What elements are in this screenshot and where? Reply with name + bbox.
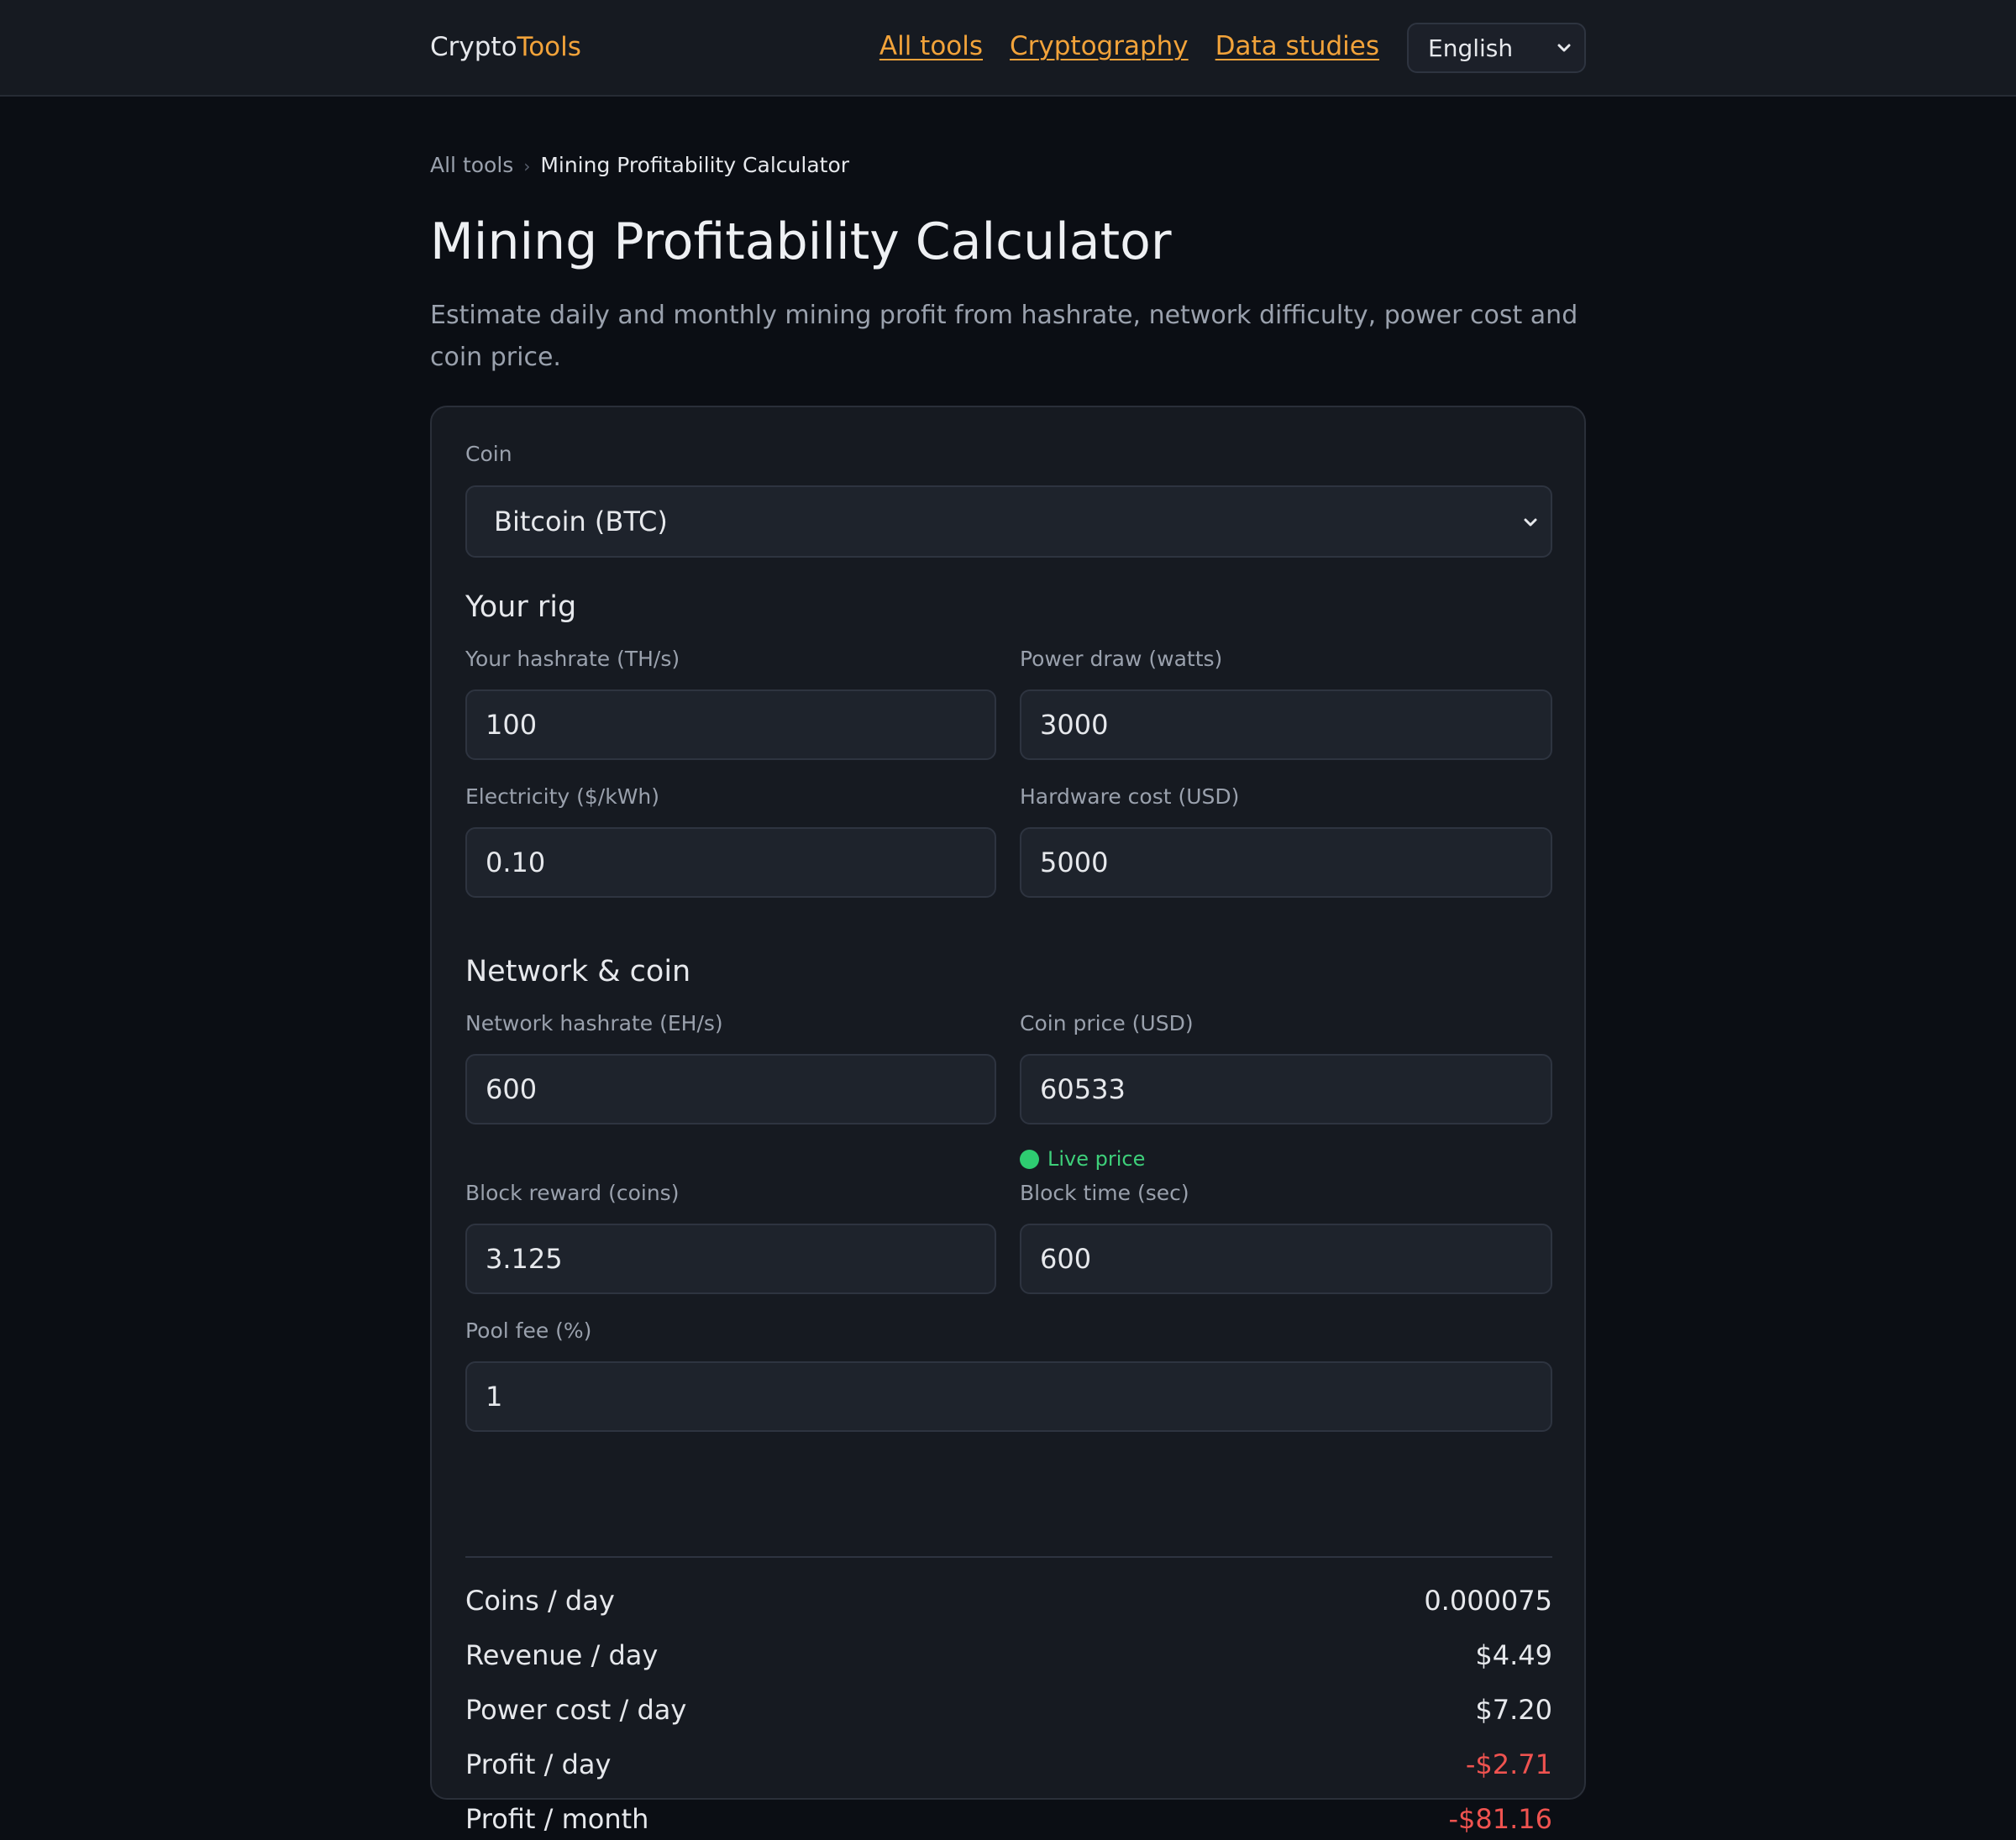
breadcrumb-separator-icon: › [523,156,531,176]
block-time-label: Block time (sec) [1020,1181,1189,1205]
nav-link-all-tools[interactable]: All tools [879,29,983,64]
live-price-indicator: Live price [1020,1146,1145,1172]
result-value: -$2.71 [1465,1748,1552,1780]
coin-price-input[interactable]: 60533 [1020,1054,1552,1124]
block-reward-input[interactable]: 3.125 [465,1224,996,1294]
result-label: Power cost / day [465,1694,687,1726]
brand-logo[interactable]: CryptoTools [430,30,581,64]
calculator-card: Coin Bitcoin (BTC) Your rig Your hashrat… [430,406,1586,1835]
result-value: 0.000075 [1424,1585,1552,1617]
result-row-profit-per-day: Profit / day -$2.71 [465,1743,1552,1785]
page-title: Mining Profitability Calculator [430,212,1172,271]
result-row-coins-per-day: Coins / day 0.000075 [465,1580,1552,1622]
result-label: Profit / day [465,1748,612,1780]
result-value: $4.49 [1475,1639,1552,1671]
hashrate-input[interactable]: 100 [465,689,996,760]
coin-select-value: Bitcoin (BTC) [494,506,668,537]
network-hashrate-label: Network hashrate (EH/s) [465,1011,723,1035]
language-select-value: English [1428,34,1514,62]
chevron-down-icon [1524,518,1537,527]
electricity-input[interactable]: 0.10 [465,827,996,898]
coin-select[interactable]: Bitcoin (BTC) [465,485,1552,558]
coin-price-label: Coin price (USD) [1020,1011,1194,1035]
live-price-label: Live price [1047,1147,1146,1171]
result-row-power-cost-per-day: Power cost / day $7.20 [465,1689,1552,1731]
status-dot-icon [1020,1149,1039,1169]
hashrate-label: Your hashrate (TH/s) [465,647,680,671]
network-hashrate-input[interactable]: 600 [465,1054,996,1124]
results-divider [465,1556,1552,1558]
block-reward-label: Block reward (coins) [465,1181,680,1205]
breadcrumb: All tools › Mining Profitability Calculato… [430,152,849,180]
brand-prefix: Crypto [430,32,517,62]
chevron-down-icon [1557,44,1571,52]
coin-label: Coin [465,442,512,466]
brand-suffix: Tools [517,32,581,62]
breadcrumb-link-all-tools[interactable]: All tools [430,153,513,177]
network-section-title: Network & coin [465,955,691,988]
result-row-revenue-per-day: Revenue / day $4.49 [465,1634,1552,1676]
power-draw-label: Power draw (watts) [1020,647,1223,671]
nav-link-cryptography[interactable]: Cryptography [1010,29,1189,64]
pool-fee-label: Pool fee (%) [465,1318,592,1343]
power-draw-input[interactable]: 3000 [1020,689,1552,760]
result-row-profit-per-month: Profit / month -$81.16 [465,1798,1552,1840]
language-select[interactable]: English [1407,23,1586,73]
result-value: -$81.16 [1448,1803,1552,1835]
main-nav: All tools Cryptography Data studies [879,29,1379,64]
result-label: Revenue / day [465,1639,659,1671]
result-label: Coins / day [465,1585,615,1617]
top-navigation-bar: CryptoTools All tools Cryptography Data … [0,0,2016,97]
block-time-input[interactable]: 600 [1020,1224,1552,1294]
electricity-label: Electricity ($/kWh) [465,784,660,809]
pool-fee-input[interactable]: 1 [465,1361,1552,1432]
result-label: Profit / month [465,1803,649,1835]
nav-link-data-studies[interactable]: Data studies [1215,29,1379,64]
hardware-cost-label: Hardware cost (USD) [1020,784,1240,809]
rig-section-title: Your rig [465,590,577,624]
hardware-cost-input[interactable]: 5000 [1020,827,1552,898]
breadcrumb-current: Mining Profitability Calculator [540,153,850,177]
page-subtitle: Estimate daily and monthly mining profit… [430,301,1578,372]
result-value: $7.20 [1475,1694,1552,1726]
